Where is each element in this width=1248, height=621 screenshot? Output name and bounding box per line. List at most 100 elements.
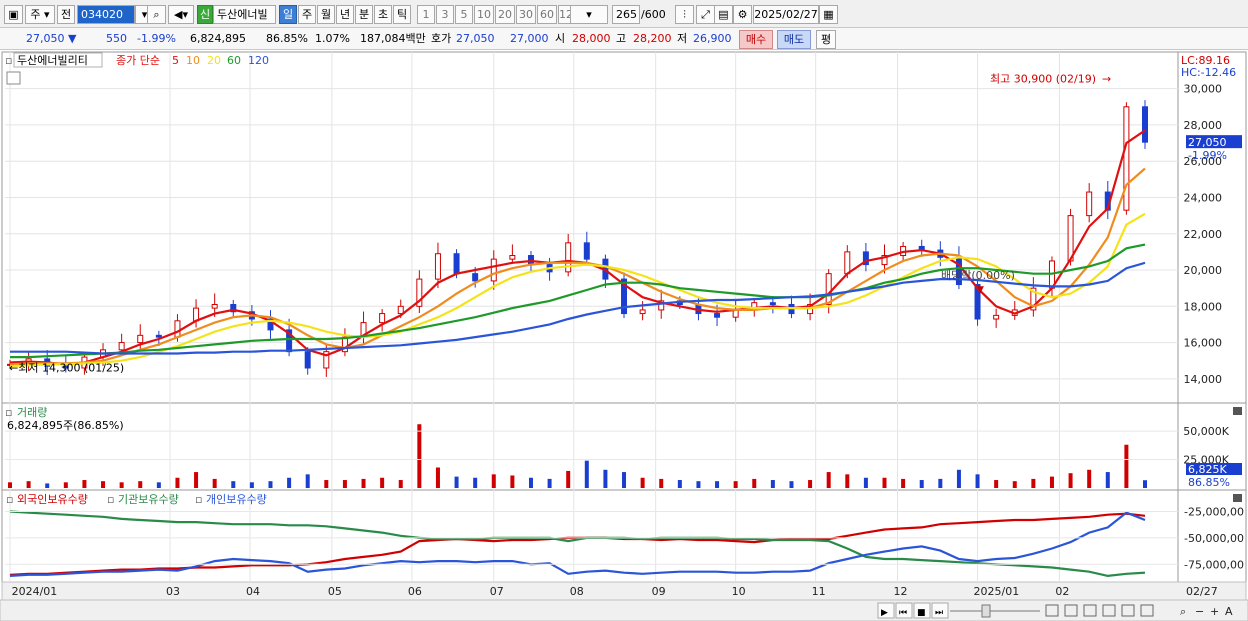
volume-bar [1012,481,1017,488]
interval-tab-20[interactable]: 20 [495,5,515,24]
line-tool-icon[interactable]: ⤢ [696,5,715,24]
x-tick-label: 07 [490,585,504,598]
current-price-label: 27,050 [1188,136,1227,149]
volume-bar [770,480,775,488]
volume-bar [956,469,961,488]
volume-bar [380,477,385,488]
scroll-thumb[interactable] [981,604,991,618]
period-tab-3[interactable]: 년 [336,5,354,24]
candle-body [825,273,832,305]
zoom-icon[interactable]: ⌕ [1180,605,1186,618]
legend-ma-120: 120 [248,54,269,67]
calendar-icon[interactable]: ▦ [819,5,838,24]
holding-legend-1: 기관보유수량 [118,493,179,506]
period-tab-1[interactable]: 주 [298,5,316,24]
text-tool-icon[interactable]: A [1225,605,1233,618]
count-input[interactable]: 265 [612,5,640,24]
search-icon[interactable]: ⌕ [147,5,166,24]
x-tick-label: 10 [732,585,746,598]
candlestick-icon[interactable]: ⫶ [675,5,694,24]
volume-bar [249,482,254,488]
candle-body [118,342,125,351]
volume-bar [342,480,347,488]
candle-body [490,258,497,282]
volume-bar [305,474,310,488]
bid-price: 27,000 [510,32,549,45]
open-label: 시 [555,32,566,45]
nav-glyph-3: ⏭ [935,608,943,618]
prev-button[interactable]: 전 [57,5,75,24]
interval-tab-1[interactable]: 1 [417,5,435,24]
sell-button[interactable]: 매도 [777,30,811,49]
high-annotation: 최고 30,900 (02/19) [990,72,1096,85]
volume-bar [696,481,701,488]
gear-icon[interactable]: ⚙ [733,5,752,24]
price-tick-label: 22,000 [1184,228,1223,241]
candle-body [193,307,200,322]
volume-bar [528,477,533,488]
candle-body [714,313,721,318]
volume-bar [26,481,31,488]
buy-button[interactable]: 매수 [739,30,773,49]
volume-bar [454,476,459,488]
zoom-out-icon[interactable]: − [1195,605,1204,618]
candle-body [1123,106,1130,211]
price-tick-label: 16,000 [1184,337,1223,350]
interval-tab-5[interactable]: 5 [455,5,473,24]
period-tab-4[interactable]: 분 [355,5,373,24]
volume-bar [715,481,720,488]
candle-body [211,303,218,309]
candle-body [472,273,479,282]
interval-tab-3[interactable]: 3 [436,5,454,24]
grid-icon [6,71,21,85]
period-tab-6[interactable]: 틱 [393,5,411,24]
candle-body [583,242,590,260]
period-tab-5[interactable]: 초 [374,5,392,24]
candle-body [1142,106,1148,143]
volume-bar [138,481,143,488]
volume-bar [8,482,12,488]
trade-amount: 187,084백만 [360,32,426,45]
volume-bar [547,478,552,488]
high-arrow: → [1102,72,1111,85]
change-percent: -1.99% [137,32,176,45]
volume-bar [1049,476,1054,488]
interval-dropdown[interactable]: ▾ [570,5,608,24]
volume-bar [659,478,664,488]
volume-bar [752,478,757,488]
stock-type-select[interactable]: 주 ▾ [25,5,55,24]
zoom-in-icon[interactable]: + [1210,605,1219,618]
stock-code-input[interactable]: 034020 [77,5,135,24]
price-value: 27,050 [26,32,65,45]
date-input[interactable]: 2025/02/27 [753,5,819,24]
x-tick-label: 08 [570,585,584,598]
eval-button[interactable]: 평 [816,30,836,49]
holding-legend-2: 개인보유수량 [206,493,267,506]
x-tick-label: 06 [408,585,422,598]
interval-tab-60[interactable]: 60 [537,5,557,24]
volume-current-label: 6,825K [1188,463,1227,476]
interval-tab-10[interactable]: 10 [474,5,494,24]
speaker-icon[interactable]: ◀▾ [168,5,194,24]
volume-bar [622,472,627,488]
x-tick-label: 04 [246,585,260,598]
ask-price: 27,050 [456,32,495,45]
save-icon[interactable]: ▤ [714,5,733,24]
candle-body [639,309,646,315]
volume-bar [1031,478,1036,488]
volume-bar [1105,472,1110,488]
scale-info-hc: HC:-12.46 [1181,66,1236,79]
price-tick-label: 28,000 [1184,119,1223,132]
period-tab-0[interactable]: 일 [279,5,297,24]
x-tick-label: 03 [166,585,180,598]
x-tick-label: 12 [894,585,908,598]
period-tab-2[interactable]: 월 [317,5,335,24]
legend-ma-60: 60 [227,54,241,67]
interval-tab-30[interactable]: 30 [516,5,536,24]
legend-close: 종가 단순 [116,54,160,67]
layout-icon[interactable]: ▣ [4,5,23,24]
volume-bar [324,480,329,488]
candle-body [509,255,516,260]
candle-body [137,334,144,344]
volume-bar [156,482,161,488]
